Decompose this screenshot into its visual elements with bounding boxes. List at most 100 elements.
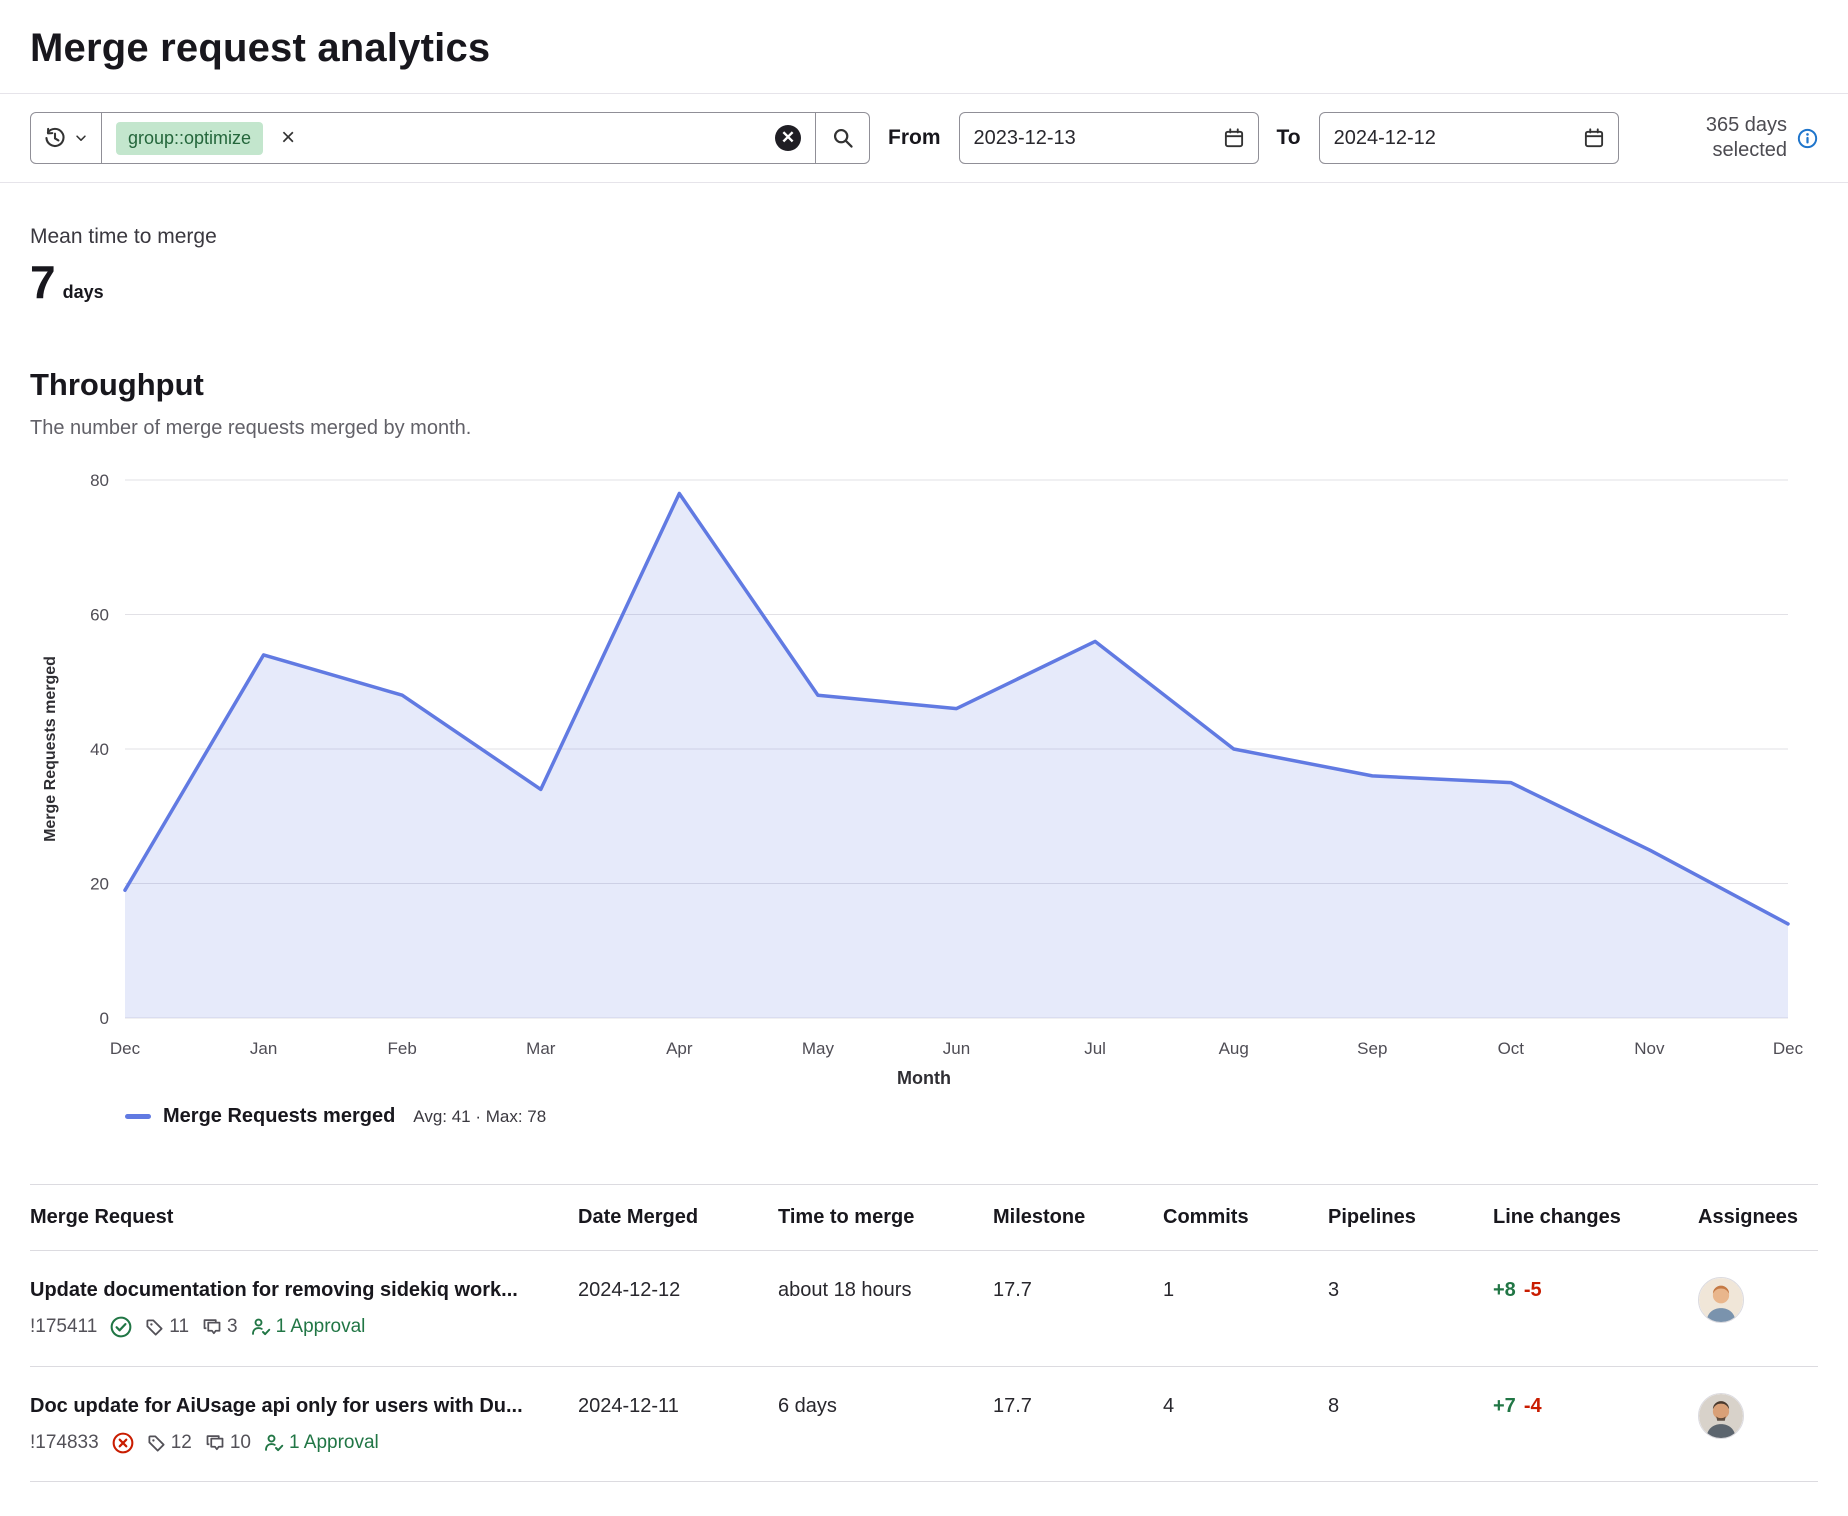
date-merged-cell: 2024-12-11 — [578, 1367, 768, 1445]
search-icon — [832, 127, 854, 149]
labels-count: 12 — [147, 1431, 192, 1456]
svg-text:May: May — [802, 1039, 835, 1058]
history-icon — [44, 127, 66, 149]
filtered-search-input[interactable]: group::optimize × ✕ — [102, 112, 816, 164]
throughput-chart-area: 0 20 40 60 80 Dec Jan Feb Mar Apr May Jun Jul Aug Sep O… — [0, 440, 1848, 1128]
calendar-icon — [1584, 128, 1604, 148]
filter-bar: group::optimize × ✕ From 2023-12-13 — [0, 94, 1848, 182]
filter-token-label: group::optimize — [128, 128, 251, 149]
throughput-title: Throughput — [0, 309, 1848, 403]
search-button[interactable] — [816, 112, 870, 164]
token-remove-button[interactable]: × — [277, 126, 299, 150]
comments-count: 3 — [202, 1315, 238, 1340]
merge-request-title-link[interactable]: Doc update for AiUsage api only for user… — [30, 1393, 560, 1419]
comments-icon — [202, 1317, 222, 1337]
col-header-time-to-merge: Time to merge — [778, 1185, 983, 1250]
merge-request-meta: !174833 12 — [30, 1431, 560, 1456]
svg-text:60: 60 — [90, 606, 109, 625]
line-changes-cell: +8 -5 — [1493, 1251, 1688, 1329]
svg-text:Jul: Jul — [1084, 1039, 1106, 1058]
svg-text:Feb: Feb — [388, 1039, 417, 1058]
merge-request-analytics-page: Merge request analytics group::optimize … — [0, 0, 1848, 1516]
svg-text:Sep: Sep — [1357, 1039, 1387, 1058]
svg-text:Merge Requests merged: Merge Requests merged — [42, 656, 59, 842]
svg-text:Aug: Aug — [1219, 1039, 1249, 1058]
merge-request-cell: Doc update for AiUsage api only for user… — [30, 1367, 568, 1482]
merged-status-icon — [110, 1316, 132, 1338]
deletions: -5 — [1524, 1279, 1542, 1301]
approval-icon — [264, 1433, 284, 1453]
from-label: From — [888, 126, 941, 150]
assignees-cell — [1698, 1251, 1818, 1349]
x-axis-title: Month — [30, 1068, 1818, 1089]
additions: +8 — [1493, 1279, 1516, 1301]
svg-text:40: 40 — [90, 740, 109, 759]
merge-request-id: !174833 — [30, 1431, 99, 1456]
svg-text:Oct: Oct — [1498, 1039, 1525, 1058]
svg-text:Dec: Dec — [110, 1039, 141, 1058]
table-row: Update documentation for removing sideki… — [30, 1251, 1818, 1367]
col-header-line-changes: Line changes — [1493, 1185, 1688, 1250]
clear-search-button[interactable]: ✕ — [775, 125, 801, 151]
pipelines-cell: 3 — [1328, 1251, 1483, 1329]
svg-text:80: 80 — [90, 471, 109, 490]
mean-time-label: Mean time to merge — [30, 225, 1818, 249]
svg-text:Mar: Mar — [526, 1039, 556, 1058]
page-title: Merge request analytics — [0, 0, 1848, 93]
chevron-down-icon — [74, 131, 88, 145]
calendar-icon — [1224, 128, 1244, 148]
merge-request-cell: Update documentation for removing sideki… — [30, 1251, 568, 1366]
date-merged-cell: 2024-12-12 — [578, 1251, 768, 1329]
approval-icon — [251, 1317, 271, 1337]
filtered-search-group: group::optimize × ✕ — [30, 112, 870, 164]
col-header-date-merged: Date Merged — [578, 1185, 768, 1250]
info-icon[interactable] — [1797, 128, 1818, 149]
filter-token[interactable]: group::optimize — [116, 122, 263, 155]
line-changes-cell: +7 -4 — [1493, 1367, 1688, 1445]
date-range-summary: 365 days selected — [1667, 113, 1818, 163]
col-header-merge-request: Merge Request — [30, 1185, 568, 1250]
table-row: Doc update for AiUsage api only for user… — [30, 1367, 1818, 1483]
col-header-pipelines: Pipelines — [1328, 1185, 1483, 1250]
comments-icon — [205, 1433, 225, 1453]
svg-text:Jun: Jun — [943, 1039, 970, 1058]
from-date-field[interactable]: 2023-12-13 — [959, 112, 1259, 164]
commits-cell: 1 — [1163, 1251, 1318, 1329]
merge-request-title-link[interactable]: Update documentation for removing sideki… — [30, 1277, 560, 1303]
svg-text:Nov: Nov — [1634, 1039, 1665, 1058]
mean-time-unit: days — [63, 282, 104, 303]
to-date-field[interactable]: 2024-12-12 — [1319, 112, 1619, 164]
comments-count: 10 — [205, 1431, 251, 1456]
to-label: To — [1277, 126, 1301, 150]
legend-stats: Avg: 41 · Max: 78 — [413, 1107, 546, 1127]
col-header-milestone: Milestone — [993, 1185, 1153, 1250]
pipelines-cell: 8 — [1328, 1367, 1483, 1445]
throughput-area-chart: 0 20 40 60 80 Dec Jan Feb Mar Apr May Jun Jul Aug Sep O… — [30, 466, 1818, 1066]
label-icon — [147, 1434, 166, 1453]
closed-status-icon — [112, 1432, 134, 1454]
assignee-avatar[interactable] — [1698, 1393, 1744, 1439]
svg-text:0: 0 — [100, 1009, 109, 1028]
table-header-row: Merge Request Date Merged Time to merge … — [30, 1184, 1818, 1251]
label-icon — [145, 1318, 164, 1337]
throughput-subtitle: The number of merge requests merged by m… — [0, 403, 1848, 440]
assignee-avatar[interactable] — [1698, 1277, 1744, 1323]
mean-time-value: 7 — [30, 255, 56, 309]
merge-request-meta: !175411 11 — [30, 1315, 560, 1340]
labels-count: 11 — [145, 1315, 189, 1340]
assignees-cell — [1698, 1367, 1818, 1465]
svg-text:Jan: Jan — [250, 1039, 277, 1058]
from-date-value: 2023-12-13 — [974, 127, 1076, 150]
approvals: 1 Approval — [264, 1431, 379, 1456]
deletions: -4 — [1524, 1395, 1542, 1417]
merge-request-id: !175411 — [30, 1315, 97, 1340]
search-history-button[interactable] — [30, 112, 102, 164]
svg-text:20: 20 — [90, 875, 109, 894]
time-to-merge-cell: 6 days — [778, 1367, 983, 1445]
additions: +7 — [1493, 1395, 1516, 1417]
milestone-cell[interactable]: 17.7 — [993, 1367, 1153, 1445]
legend-swatch — [125, 1114, 151, 1119]
milestone-cell[interactable]: 17.7 — [993, 1251, 1153, 1329]
approvals: 1 Approval — [251, 1315, 366, 1340]
svg-text:Apr: Apr — [666, 1039, 693, 1058]
